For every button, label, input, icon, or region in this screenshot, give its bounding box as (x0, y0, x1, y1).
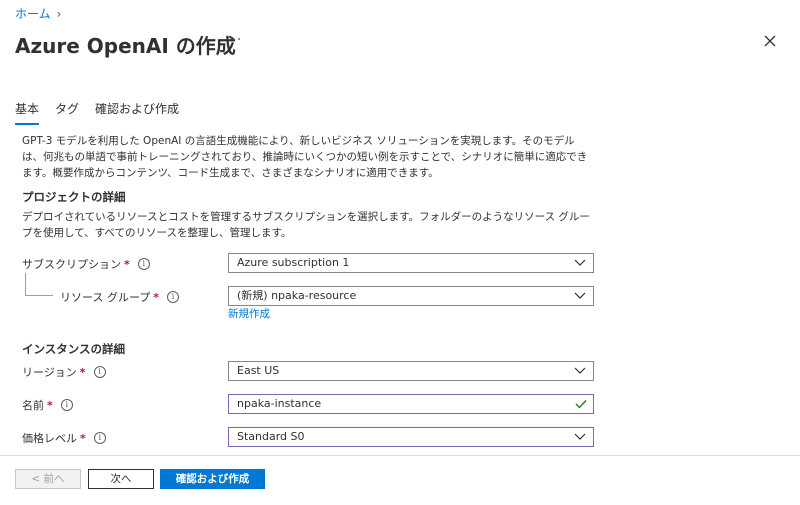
project-details-description: デプロイされているリソースとコストを管理するサブスクリプションを選択します。フォ… (22, 211, 590, 239)
required-mark: * (80, 431, 86, 445)
breadcrumb: ホーム › (15, 5, 61, 22)
chevron-down-icon (574, 433, 586, 440)
chevron-down-icon (574, 367, 586, 374)
page-title: Azure OpenAI の作成 (15, 34, 236, 58)
instance-details-heading: インスタンスの詳細 (22, 342, 126, 356)
info-icon[interactable]: i (93, 432, 106, 444)
project-details-heading: プロジェクトの詳細 (22, 190, 126, 204)
tree-connector (25, 295, 53, 296)
tab-basics[interactable]: 基本 (15, 100, 40, 125)
chevron-right-icon: › (56, 6, 62, 21)
next-button[interactable]: 次へ (88, 469, 154, 489)
instance-name-input[interactable]: npaka-instance (228, 394, 594, 414)
tree-connector (25, 273, 26, 295)
subscription-label: サブスクリプション * i (22, 256, 150, 272)
required-mark: * (124, 257, 130, 271)
tab-bar: 基本 タグ 確認および作成 (15, 100, 195, 125)
required-mark: * (47, 398, 53, 412)
pricing-tier-label: 価格レベル * i (22, 430, 106, 446)
name-label: 名前 * i (22, 397, 73, 413)
info-icon[interactable]: i (167, 291, 180, 303)
breadcrumb-home-link[interactable]: ホーム (15, 5, 51, 22)
info-icon[interactable]: i (93, 366, 106, 378)
info-icon[interactable]: i (137, 258, 150, 270)
previous-button[interactable]: < 前へ (15, 469, 81, 489)
review-create-button[interactable]: 確認および作成 (160, 469, 265, 489)
intro-description: GPT-3 モデルを利用した OpenAI の言語生成機能により、新しいビジネス… (22, 135, 588, 179)
close-icon[interactable] (762, 33, 778, 49)
create-new-resource-group-link[interactable]: 新規作成 (228, 306, 270, 321)
subscription-dropdown[interactable]: Azure subscription 1 (228, 253, 594, 273)
footer-divider (0, 455, 800, 456)
resource-group-dropdown[interactable]: (新規) npaka-resource (228, 286, 594, 306)
more-options-icon[interactable]: ··· (226, 32, 242, 48)
info-icon[interactable]: i (60, 399, 73, 411)
required-mark: * (79, 365, 86, 379)
chevron-down-icon (574, 259, 586, 266)
resource-group-label: リソース グループ * i (60, 289, 180, 305)
required-mark: * (153, 290, 160, 304)
chevron-down-icon (574, 292, 586, 299)
region-label: リージョン * i (22, 364, 106, 380)
tab-review-create[interactable]: 確認および作成 (95, 100, 179, 125)
region-dropdown[interactable]: East US (228, 361, 594, 381)
pricing-tier-dropdown[interactable]: Standard S0 (228, 427, 594, 447)
checkmark-icon (575, 400, 587, 409)
tab-tags[interactable]: タグ (55, 100, 79, 125)
